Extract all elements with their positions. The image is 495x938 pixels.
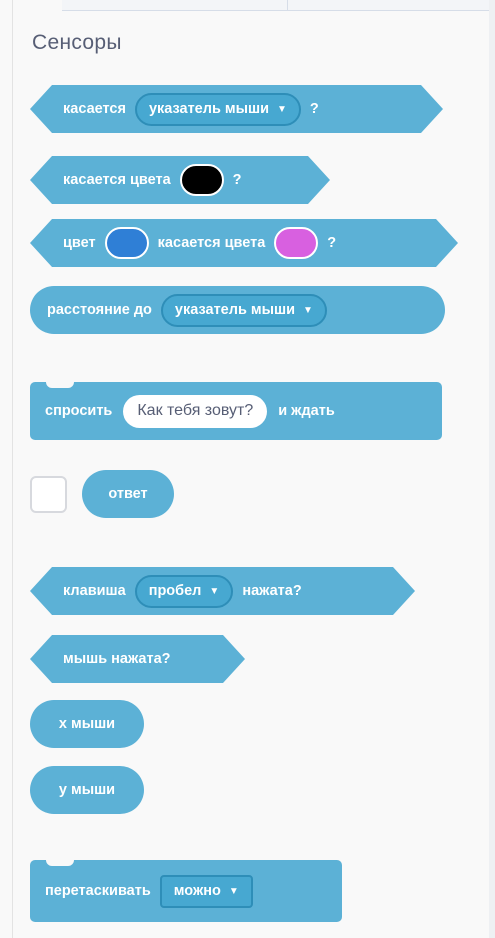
block-touching-label: касается (63, 101, 126, 117)
answer-monitor-checkbox[interactable] (30, 476, 67, 513)
block-mouse-down[interactable]: мышь нажата? (30, 635, 245, 683)
block-key-suffix: нажата? (242, 583, 302, 599)
block-color-label: цвет (63, 235, 96, 251)
touching-target-dropdown[interactable]: указатель мыши ▼ (135, 93, 301, 126)
color-swatch-black[interactable] (180, 164, 224, 196)
block-notch (46, 860, 74, 866)
block-touching-suffix: ? (309, 101, 319, 117)
block-touching-color-label: касается цвета (63, 172, 171, 188)
ask-question-input[interactable]: Как тебя зовут? (123, 394, 268, 428)
block-touching-color[interactable]: касается цвета ? (30, 156, 330, 204)
block-ask-and-wait[interactable]: спросить Как тебя зовут? и ждать (30, 382, 442, 440)
block-touching-color-suffix: ? (232, 172, 242, 188)
block-mouse-y[interactable]: y мыши (30, 766, 144, 814)
block-notch (46, 382, 74, 388)
block-color-touching-suffix: ? (327, 235, 337, 251)
color-swatch-blue[interactable] (105, 227, 149, 259)
block-mouse-down-label: мышь нажата? (63, 651, 171, 667)
block-touching[interactable]: касается указатель мыши ▼ ? (30, 85, 443, 133)
color-swatch-magenta[interactable] (274, 227, 318, 259)
palette-left-border (12, 0, 13, 938)
distance-target-dropdown[interactable]: указатель мыши ▼ (160, 293, 327, 327)
drag-mode-value: можно (173, 883, 221, 899)
block-drag-label: перетаскивать (45, 883, 151, 899)
distance-target-value: указатель мыши (174, 302, 295, 318)
block-key-label: клавиша (63, 583, 126, 599)
block-mouse-y-label: y мыши (58, 782, 116, 798)
block-mouse-x[interactable]: x мыши (30, 700, 144, 748)
chevron-down-icon: ▼ (228, 885, 239, 897)
key-dropdown[interactable]: пробел ▼ (135, 575, 234, 608)
block-ask-suffix: и ждать (278, 403, 335, 419)
drag-mode-dropdown[interactable]: можно ▼ (159, 874, 253, 908)
tab-separator (287, 0, 288, 10)
block-ask-label: спросить (45, 403, 113, 419)
key-value: пробел (148, 583, 202, 599)
block-distance-to[interactable]: расстояние до указатель мыши ▼ (30, 286, 445, 334)
chevron-down-icon: ▼ (303, 304, 313, 316)
chevron-down-icon: ▼ (209, 585, 220, 597)
block-set-drag-mode[interactable]: перетаскивать можно ▼ (30, 860, 342, 922)
palette-scrollbar[interactable] (489, 0, 495, 938)
block-distance-label: расстояние до (47, 302, 152, 318)
top-tab-strip (62, 0, 495, 11)
block-mouse-x-label: x мыши (58, 716, 116, 732)
block-color-touching-label: касается цвета (157, 235, 266, 251)
touching-target-value: указатель мыши (148, 101, 270, 117)
block-answer[interactable]: ответ (82, 470, 174, 518)
block-answer-label: ответ (108, 486, 148, 502)
block-key-pressed[interactable]: клавиша пробел ▼ нажата? (30, 567, 415, 615)
chevron-down-icon: ▼ (277, 103, 287, 115)
category-title: Сенсоры (32, 31, 122, 54)
block-color-touching-color[interactable]: цвет касается цвета ? (30, 219, 458, 267)
